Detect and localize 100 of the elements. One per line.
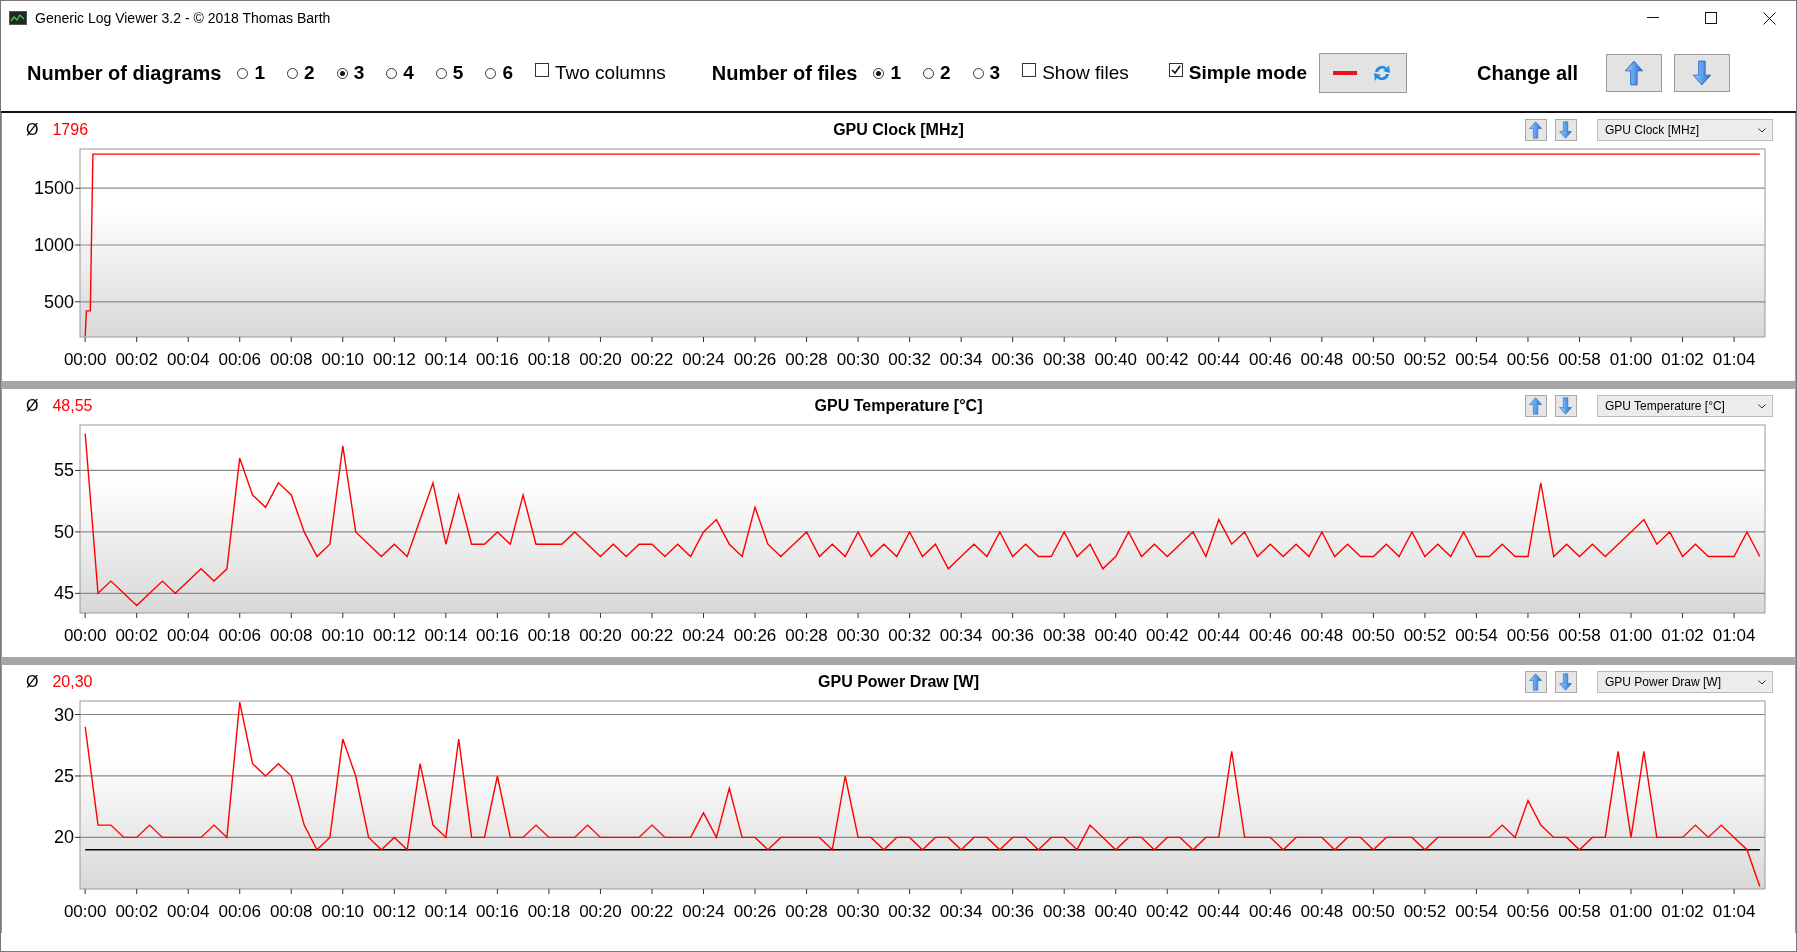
x-axis-label: 00:46	[1249, 626, 1292, 645]
x-axis-label: 00:52	[1403, 626, 1447, 645]
y-axis-label: 1000	[33, 235, 74, 255]
checkbox[interactable]	[534, 63, 549, 77]
y-axis-label: 20	[53, 827, 74, 848]
x-axis-label: 00:54	[1455, 626, 1498, 645]
move-up-button[interactable]	[1525, 671, 1547, 693]
move-up-button[interactable]	[1525, 395, 1547, 417]
x-axis-label: 00:28	[785, 626, 828, 645]
x-axis-label: 00:24	[682, 350, 725, 369]
caret-icon	[1758, 127, 1766, 133]
app-icon	[9, 11, 27, 25]
checkbox-label: Two columns	[554, 62, 666, 84]
x-axis-label: 00:50	[1352, 902, 1395, 921]
up-arrow-icon	[1528, 673, 1544, 691]
x-axis-label: 00:18	[527, 626, 571, 645]
move-down-button[interactable]	[1555, 671, 1577, 693]
x-axis-label: 00:30	[836, 350, 880, 369]
down-arrow-icon	[1558, 121, 1574, 139]
option-label: 5	[452, 62, 464, 84]
x-axis-label: 00:32	[888, 626, 931, 645]
move-down-button[interactable]	[1555, 119, 1577, 141]
average-value: 20,30	[52, 673, 93, 691]
move-down-button[interactable]	[1555, 395, 1577, 417]
x-axis-label: 00:10	[321, 626, 365, 645]
x-axis-label: 00:40	[1094, 626, 1137, 645]
x-axis-label: 00:16	[476, 350, 519, 369]
x-axis-label: 00:38	[1042, 626, 1086, 645]
chart-title: GPU Temperature [°C]	[814, 397, 983, 415]
x-axis-label: 00:08	[270, 902, 313, 921]
y-axis-label: 30	[53, 704, 74, 725]
y-axis-label: 55	[53, 460, 74, 481]
y-axis-label: 1500	[33, 178, 74, 199]
option-label: 6	[502, 62, 513, 84]
checkbox-label: Simple mode	[1188, 62, 1307, 84]
y-axis-label: 25	[53, 765, 74, 786]
close-icon	[1762, 11, 1776, 25]
option-label: 2	[940, 62, 951, 84]
x-axis-label: 00:40	[1094, 350, 1137, 369]
checkbox[interactable]	[1168, 63, 1183, 77]
move-up-button[interactable]	[1525, 119, 1547, 141]
x-axis-label: 00:50	[1352, 350, 1395, 369]
x-axis-label: 00:24	[682, 626, 725, 645]
sensor-dropdown[interactable]: GPU Clock [MHz]	[1597, 119, 1773, 141]
move-down-button[interactable]	[1674, 54, 1731, 92]
x-axis-label: 00:16	[476, 626, 519, 645]
chart-title: GPU Clock [MHz]	[833, 121, 964, 139]
change-all-label: Change all	[1477, 61, 1579, 85]
x-axis-label: 00:56	[1506, 626, 1550, 645]
x-axis-label: 00:28	[785, 350, 828, 369]
x-axis-label: 00:18	[527, 350, 571, 369]
average-symbol: Ø	[26, 397, 39, 415]
x-axis-label: 00:34	[939, 626, 983, 645]
x-axis-label: 00:58	[1558, 350, 1601, 369]
x-axis-label: 00:42	[1146, 626, 1189, 645]
x-axis-label: 00:04	[166, 350, 210, 369]
x-axis-label: 00:30	[836, 902, 880, 921]
x-axis-label: 01:00	[1609, 626, 1653, 645]
x-axis-label: 00:36	[991, 350, 1034, 369]
x-axis-label: 00:44	[1197, 902, 1241, 921]
x-axis-label: 00:26	[733, 350, 777, 369]
maximize-icon	[1705, 12, 1717, 24]
x-axis-label: 00:32	[888, 902, 931, 921]
sensor-dropdown[interactable]: GPU Temperature [°C]	[1597, 395, 1773, 417]
x-axis-label: 00:20	[579, 350, 622, 369]
chart-title: GPU Power Draw [W]	[818, 673, 979, 691]
option-label: 4	[403, 62, 414, 84]
y-axis-label: 50	[53, 521, 74, 542]
x-axis-label: 00:58	[1558, 626, 1601, 645]
line-style-button[interactable]	[1319, 53, 1407, 93]
average-value: 1796	[52, 121, 89, 139]
x-axis-label: 00:58	[1558, 902, 1601, 921]
x-axis-label: 01:00	[1609, 350, 1653, 369]
sensor-dropdown[interactable]: GPU Power Draw [W]	[1597, 671, 1773, 693]
x-axis-label: 00:46	[1249, 350, 1292, 369]
average-value: 48,55	[52, 397, 93, 415]
x-axis-label: 00:22	[630, 626, 674, 645]
x-axis-label: 01:02	[1661, 350, 1704, 369]
x-axis-label: 00:44	[1197, 626, 1241, 645]
option-label: 1	[254, 62, 266, 84]
x-axis-label: 00:44	[1197, 350, 1241, 369]
x-axis-label: 00:52	[1403, 350, 1447, 369]
x-axis-label: 00:26	[733, 902, 777, 921]
x-axis-label: 00:26	[733, 626, 777, 645]
average-symbol: Ø	[26, 121, 39, 139]
x-axis-label: 00:14	[424, 350, 468, 369]
x-axis-label: 00:02	[115, 350, 158, 369]
option-label: 1	[890, 62, 901, 84]
checkbox-label: Show files	[1042, 62, 1129, 84]
average-symbol: Ø	[26, 673, 39, 691]
x-axis-label: 00:28	[785, 902, 828, 921]
checkbox[interactable]	[1022, 63, 1037, 77]
move-up-button[interactable]	[1606, 54, 1663, 92]
x-axis-label: 00:16	[476, 902, 519, 921]
x-axis-label: 00:10	[321, 350, 365, 369]
x-axis-label: 00:42	[1146, 350, 1189, 369]
down-arrow-icon	[1558, 673, 1574, 691]
x-axis-label: 01:04	[1712, 902, 1756, 921]
x-axis-label: 01:04	[1712, 626, 1756, 645]
x-axis-label: 00:14	[424, 626, 468, 645]
